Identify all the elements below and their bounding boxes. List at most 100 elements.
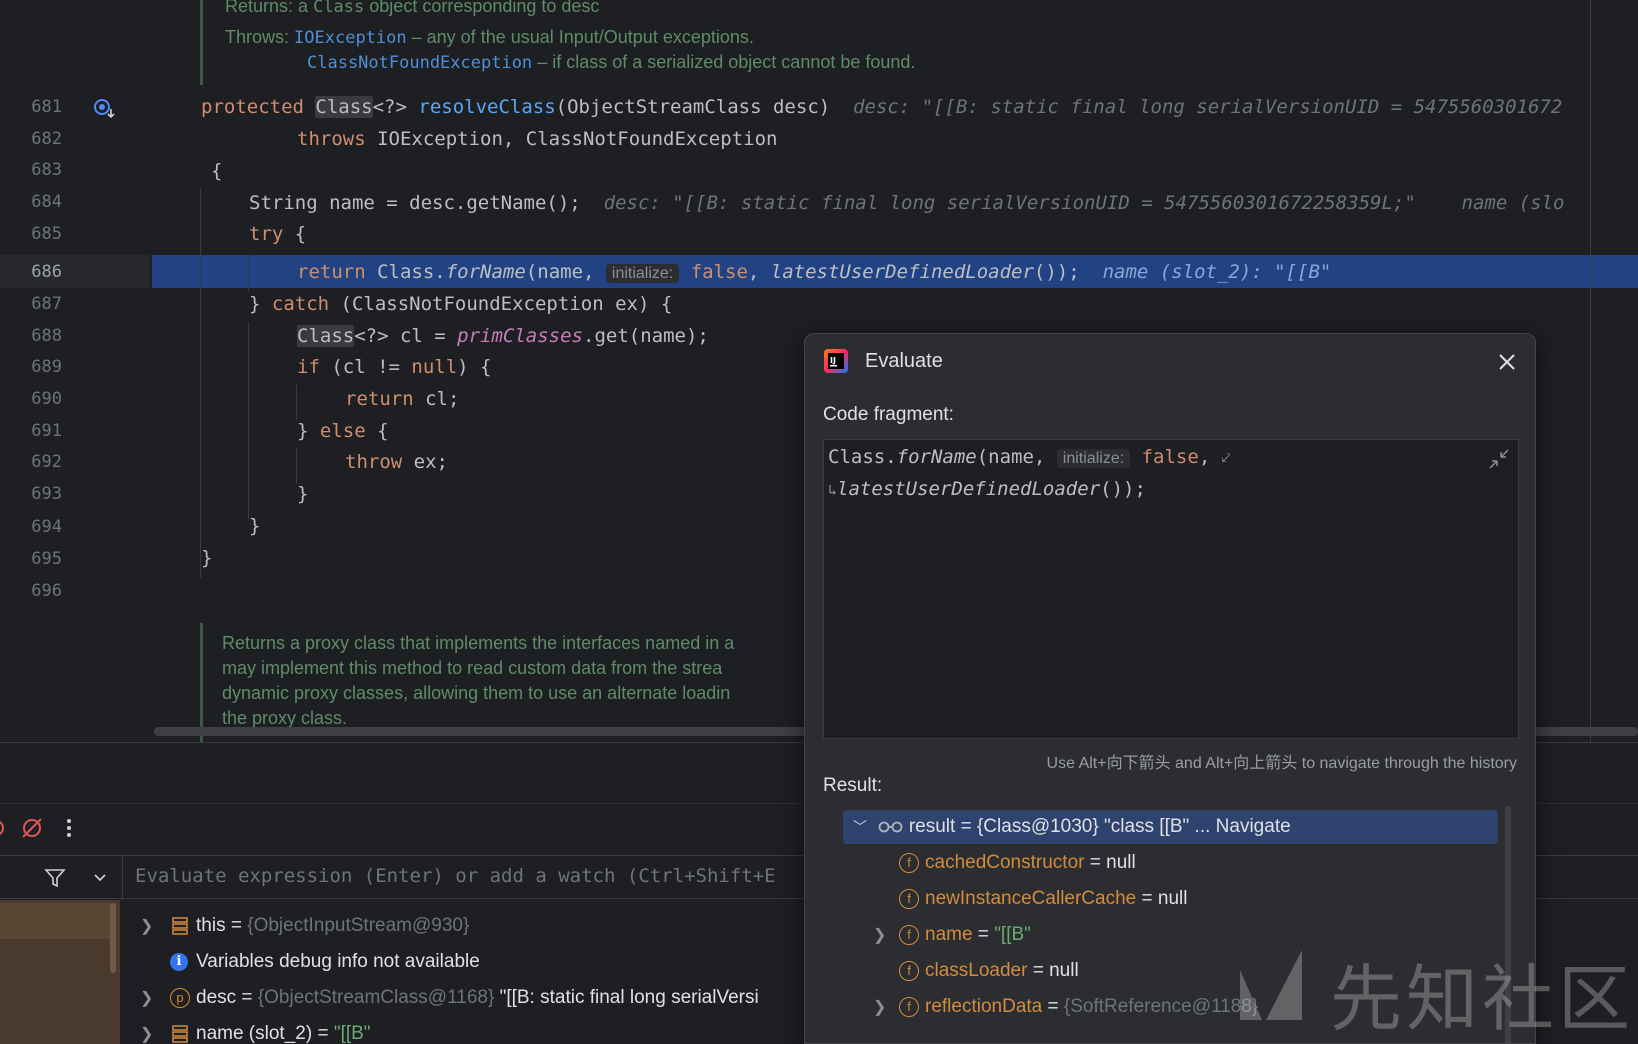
frames-panel[interactable] — [0, 900, 120, 1044]
inline-debug-value: desc: "[[B: static final long serialVers… — [853, 96, 1563, 118]
breakpoint-icon[interactable] — [0, 816, 8, 840]
chevron-right-icon[interactable]: ❯ — [140, 910, 170, 944]
code-line-689[interactable]: if (cl != null) { — [297, 351, 492, 384]
code-fragment-editor[interactable]: Class.forName(name, initialize: false, ⤦… — [823, 439, 1519, 739]
doc-throws-2: ClassNotFoundException – if class of a s… — [307, 52, 916, 73]
variables-info-row: i Variables debug info not available — [140, 945, 480, 979]
variable-row-name[interactable]: ❯ name (slot_2) = "[[B" — [140, 1017, 371, 1044]
line-number: 683 — [31, 160, 62, 180]
watermark-text: 先知社区 — [1330, 957, 1635, 1041]
svg-text:IJ: IJ — [830, 356, 836, 365]
ioexception-link[interactable]: IOException — [294, 28, 407, 48]
result-field-row[interactable]: ❯ f name = "[[B" — [873, 918, 1031, 952]
chevron-right-icon[interactable]: ❯ — [140, 982, 170, 1016]
field-icon: f — [899, 960, 919, 981]
code-line-686[interactable]: return Class.forName(name, initialize: f… — [297, 256, 1331, 289]
result-field-row[interactable]: f cachedConstructor = null — [899, 846, 1136, 880]
watermark-logo — [1240, 950, 1302, 1020]
result-field-row[interactable]: f newInstanceCallerCache = null — [899, 882, 1187, 916]
divider — [122, 856, 123, 900]
doc-text-line: may implement this method to read custom… — [222, 658, 723, 678]
classnotfound-link[interactable]: ClassNotFoundException — [307, 53, 532, 73]
code-line-687[interactable]: } catch (ClassNotFoundException ex) { — [249, 288, 672, 321]
method-breakpoint-icon[interactable] — [92, 97, 118, 121]
field-stack-icon — [172, 917, 188, 935]
indent-guide — [248, 322, 249, 519]
doc-comment-bar — [200, 623, 203, 742]
info-icon: i — [170, 952, 188, 971]
line-number: 690 — [31, 389, 62, 409]
result-label: Result: — [823, 775, 883, 796]
evaluate-expression-input[interactable]: Evaluate expression (Enter) or add a wat… — [135, 865, 776, 887]
result-field-row[interactable]: ❯ f reflectionData = {SoftReference@1188} — [873, 990, 1258, 1024]
more-options-icon[interactable] — [62, 816, 76, 840]
code-line-684[interactable]: String name = desc.getName(); desc: "[[B… — [249, 187, 1565, 220]
code-fragment-label: Code fragment: — [823, 404, 954, 425]
doc-returns: Returns: a Class object corresponding to… — [225, 0, 600, 17]
line-number: 682 — [31, 129, 62, 149]
indent-guide — [248, 255, 249, 291]
code-line-682[interactable]: throws IOException, ClassNotFoundExcepti… — [297, 123, 777, 156]
field-stack-icon — [172, 1025, 188, 1043]
code-fragment-line-1[interactable]: Class.forName(name, initialize: false, ⤦ — [828, 446, 1230, 468]
chevron-right-icon[interactable]: ❯ — [140, 1018, 170, 1044]
line-number: 681 — [31, 97, 62, 117]
code-line-688[interactable]: Class<?> cl = primClasses.get(name); — [297, 320, 709, 353]
code-line-695[interactable]: } — [201, 542, 212, 575]
field-icon: f — [899, 852, 919, 873]
watch-glasses-icon — [878, 821, 902, 833]
filter-icon[interactable] — [44, 867, 66, 889]
line-number-current: 686 — [31, 262, 62, 282]
line-number: 693 — [31, 484, 62, 504]
line-number: 694 — [31, 517, 62, 537]
right-margin-guide — [1590, 0, 1591, 742]
mute-breakpoints-icon[interactable] — [20, 816, 44, 840]
doc-text-line: dynamic proxy classes, allowing them to … — [222, 683, 731, 703]
code-line-694[interactable]: } — [249, 510, 260, 543]
variable-row-this[interactable]: ❯ this = {ObjectInputStream@930} — [140, 909, 469, 943]
frames-scrollbar[interactable] — [110, 903, 116, 973]
line-number: 695 — [31, 549, 62, 569]
code-line-681[interactable]: protected Class<?> resolveClass(ObjectSt… — [201, 91, 1562, 124]
history-hint: Use Alt+向下箭头 and Alt+向上箭头 to navigate th… — [1046, 755, 1517, 772]
param-hint: initialize: — [605, 264, 680, 283]
field-icon: f — [899, 888, 919, 909]
indent-guide — [200, 188, 201, 578]
line-number: 684 — [31, 192, 62, 212]
result-field-row[interactable]: f classLoader = null — [899, 954, 1079, 988]
chevron-down-icon[interactable] — [92, 870, 108, 886]
chevron-down-icon[interactable]: ﹀ — [853, 819, 867, 835]
result-root-row[interactable]: ﹀ result = {Class@1030} "class [[B" ... … — [853, 810, 1291, 844]
soft-wrap-icon: ⤦ — [1221, 449, 1231, 467]
code-line-685[interactable]: try { — [249, 218, 306, 251]
line-number: 687 — [31, 294, 62, 314]
variable-row-desc[interactable]: ❯ p desc = {ObjectStreamClass@1168} "[[B: … — [140, 981, 759, 1015]
line-number: 691 — [31, 421, 62, 441]
field-icon: f — [899, 924, 919, 945]
doc-comment-bar — [200, 0, 203, 85]
code-line-693[interactable]: } — [297, 478, 308, 511]
code-line-692[interactable]: throw ex; — [345, 446, 448, 479]
soft-wrap-icon: ↳ — [828, 481, 838, 499]
doc-text-line: Returns a proxy class that implements th… — [222, 633, 735, 653]
line-number: 689 — [31, 357, 62, 377]
line-number: 685 — [31, 224, 62, 244]
line-number: 688 — [31, 326, 62, 346]
close-icon[interactable] — [1497, 352, 1517, 372]
intellij-logo-icon: IJ — [824, 349, 848, 373]
code-line-691[interactable]: } else { — [297, 415, 389, 448]
collapse-icon[interactable] — [1488, 448, 1510, 470]
chevron-right-icon[interactable]: ❯ — [873, 919, 899, 953]
inline-debug-value: desc: "[[B: static final long serialVers… — [603, 192, 1565, 214]
field-icon: f — [899, 996, 919, 1017]
code-fragment-line-2[interactable]: ↳latestUserDefinedLoader()); — [828, 478, 1146, 500]
selected-frame[interactable] — [0, 903, 110, 939]
line-number: 692 — [31, 452, 62, 472]
code-line-690[interactable]: return cl; — [345, 383, 459, 416]
evaluate-dialog[interactable]: IJ Evaluate Code fragment: Class.forName… — [804, 333, 1536, 1044]
code-line-683[interactable]: { — [211, 155, 222, 188]
doc-throws: Throws: IOException – any of the usual I… — [225, 27, 754, 48]
inline-debug-value: name (slot_2): "[[B" — [1102, 261, 1332, 283]
dialog-title: Evaluate — [865, 350, 943, 372]
chevron-right-icon[interactable]: ❯ — [873, 991, 899, 1025]
